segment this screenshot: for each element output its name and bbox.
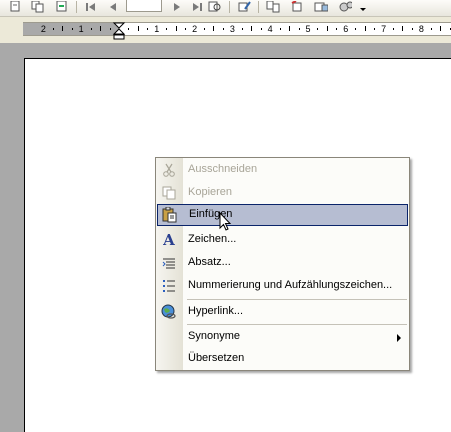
- bullets-icon: [161, 278, 177, 294]
- menu-item-label: Synonyme: [188, 330, 240, 342]
- ruler-tick: [62, 26, 63, 31]
- ruler-dot: [261, 28, 262, 30]
- next-page-icon[interactable]: [170, 0, 184, 13]
- menu-separator: [187, 299, 407, 300]
- toolbar-options-dropdown-icon[interactable]: [358, 0, 368, 13]
- toolbar: [0, 0, 451, 17]
- ruler-tick: [213, 26, 214, 31]
- menu-item-cut[interactable]: Ausschneiden: [156, 159, 409, 181]
- ruler-dot: [280, 28, 281, 30]
- first-page-icon[interactable]: [84, 0, 98, 13]
- menu-item-label: Kopieren: [188, 186, 233, 198]
- context-menu: Ausschneiden Kopieren Einfügen A Zeichen…: [155, 157, 410, 371]
- ruler-tick: [402, 26, 403, 31]
- ruler-dot: [412, 28, 413, 30]
- menu-item-label: Zeichen...: [188, 233, 237, 245]
- menu-item-paste[interactable]: Einfügen: [157, 204, 408, 226]
- find-icon[interactable]: [208, 0, 222, 13]
- insert-icon[interactable]: [290, 0, 304, 13]
- toolbar-separator: [229, 1, 230, 13]
- menu-item-label: Übersetzen: [188, 352, 245, 364]
- ruler-number: 3: [229, 24, 235, 34]
- ruler-dot: [223, 28, 224, 30]
- font-icon: A: [163, 231, 175, 249]
- ruler-dot: [53, 28, 54, 30]
- toolbar-separator: [76, 1, 77, 13]
- menu-item-label: Ausschneiden: [188, 163, 258, 175]
- edit-icon[interactable]: [238, 0, 252, 13]
- ruler-dot: [91, 28, 92, 30]
- ruler-number: 1: [154, 24, 160, 34]
- ruler-dot: [317, 28, 318, 30]
- ruler-number: 6: [343, 24, 349, 34]
- paragraph-icon: [161, 255, 177, 271]
- cut-icon: [161, 162, 177, 178]
- menu-separator: [187, 324, 407, 325]
- copy-icon: [161, 185, 177, 201]
- ruler-number: 2: [40, 24, 46, 34]
- ruler-tick: [365, 26, 366, 31]
- submenu-arrow-icon: [397, 334, 401, 342]
- mouse-cursor-icon: [219, 211, 233, 234]
- settings-icon[interactable]: [338, 0, 352, 13]
- menu-item-bullets[interactable]: Nummerierung und Aufzählungszeichen...: [156, 275, 409, 297]
- ruler-tick: [138, 26, 139, 31]
- track-changes-icon[interactable]: [314, 0, 328, 13]
- ruler-dot: [204, 28, 205, 30]
- hyperlink-icon: [161, 304, 177, 320]
- ruler-number: 7: [381, 24, 387, 34]
- prev-page-icon[interactable]: [106, 0, 120, 13]
- menu-item-label: Nummerierung und Aufzählungszeichen...: [188, 279, 393, 291]
- menu-item-paragraph[interactable]: Absatz...: [156, 252, 409, 274]
- menu-item-copy[interactable]: Kopieren: [156, 182, 409, 204]
- ruler-number: 5: [305, 24, 311, 34]
- ruler-number: 4: [267, 24, 273, 34]
- toolbar-separator: [258, 1, 259, 13]
- menu-item-label: Absatz...: [188, 256, 231, 268]
- ruler-dot: [374, 28, 375, 30]
- ruler-left-margin: [23, 23, 119, 35]
- ruler-dot: [147, 28, 148, 30]
- horizontal-ruler[interactable]: 2 1 1 2 3 4 5 6 7 8: [23, 22, 451, 36]
- menu-item-translate[interactable]: Übersetzen: [156, 348, 409, 370]
- ruler-number: 8: [418, 24, 424, 34]
- menu-item-hyperlink[interactable]: Hyperlink...: [156, 301, 409, 323]
- ruler-dot: [336, 28, 337, 30]
- compare-icon[interactable]: [266, 0, 280, 13]
- ruler-dot: [393, 28, 394, 30]
- page-number-input[interactable]: [126, 0, 162, 12]
- ruler-tick: [440, 26, 441, 31]
- ruler-number: 1: [78, 24, 84, 34]
- ruler-tick: [327, 26, 328, 31]
- ruler-tick: [100, 26, 101, 31]
- ruler-dot: [110, 28, 111, 30]
- ruler-dot: [242, 28, 243, 30]
- ruler-dot: [185, 28, 186, 30]
- ruler-tick: [176, 26, 177, 31]
- ruler-dot: [128, 28, 129, 30]
- ruler-dot: [299, 28, 300, 30]
- ruler-dot: [431, 28, 432, 30]
- ruler-dot: [72, 28, 73, 30]
- copy-doc-icon[interactable]: [31, 0, 45, 13]
- ruler-tick: [289, 26, 290, 31]
- ruler-number: 2: [192, 24, 198, 34]
- last-page-icon[interactable]: [190, 0, 204, 13]
- menu-item-label: Hyperlink...: [188, 305, 244, 317]
- paste-icon: [162, 207, 178, 223]
- menu-item-font[interactable]: A Zeichen...: [156, 229, 409, 251]
- new-doc-icon[interactable]: [8, 0, 22, 13]
- nav-back-icon[interactable]: [55, 0, 69, 13]
- menu-item-synonyms[interactable]: Synonyme: [156, 326, 409, 348]
- indent-marker-icon[interactable]: [112, 22, 126, 44]
- ruler-tick: [251, 26, 252, 31]
- ruler-dot: [355, 28, 356, 30]
- ruler-dot: [166, 28, 167, 30]
